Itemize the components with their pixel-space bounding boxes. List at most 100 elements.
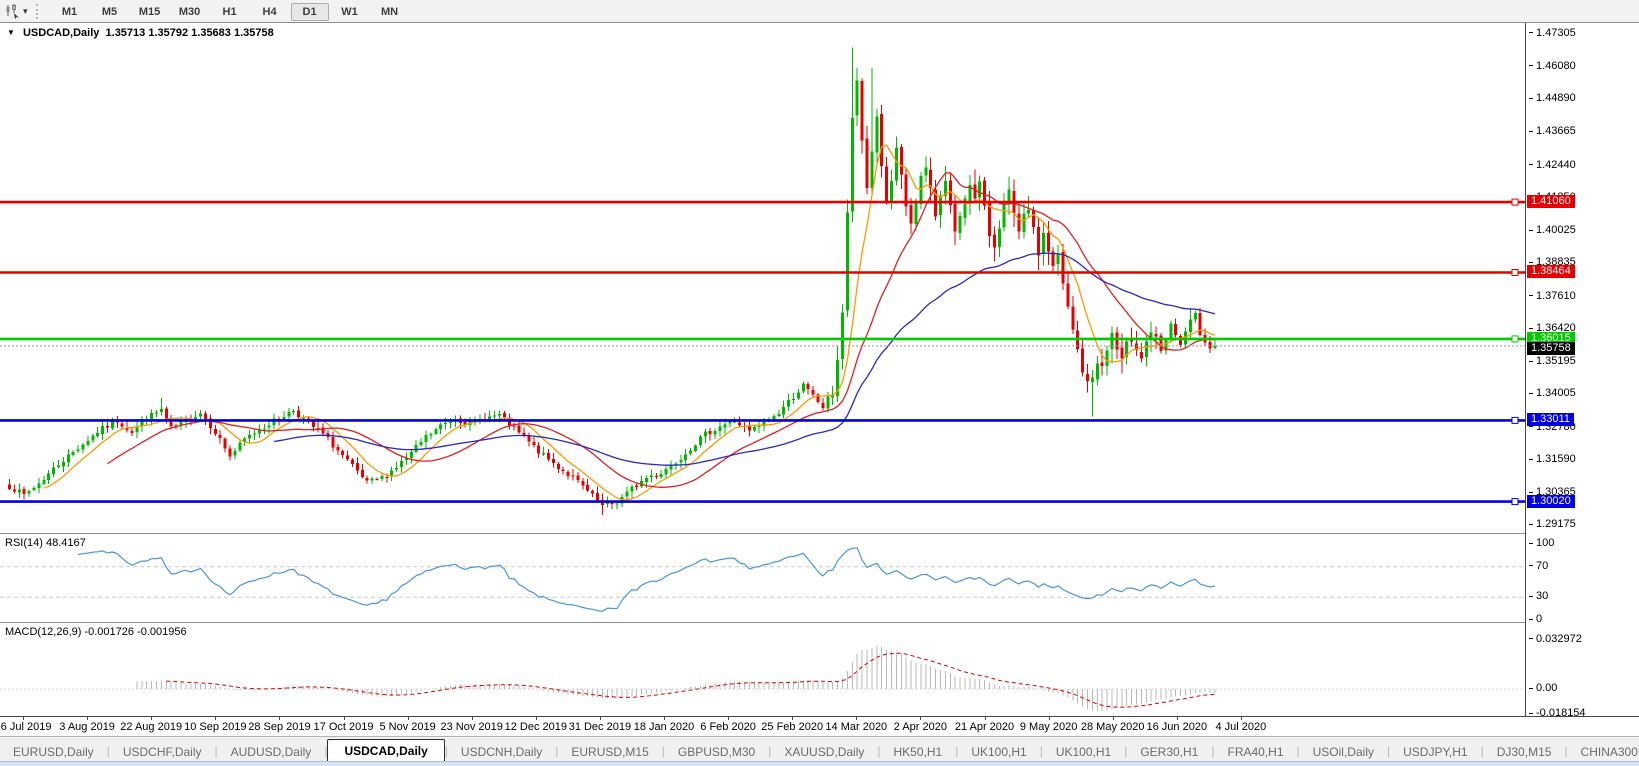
date-label: 23 Nov 2019	[440, 721, 502, 733]
toolbar-grip[interactable]	[36, 4, 41, 19]
timeframe-button-d1[interactable]: D1	[291, 3, 329, 21]
slow-ma-line	[274, 253, 1215, 465]
tab-gbpusd-m30[interactable]: GBPUSD,M30	[665, 741, 768, 762]
tab-dj30-m15[interactable]: DJ30,M15	[1484, 741, 1565, 762]
tab-china300-h4[interactable]: CHINA300,H4	[1568, 741, 1639, 762]
date-label: 2 Apr 2020	[894, 721, 947, 733]
candles-layer	[8, 47, 1216, 515]
timeframe-button-h1[interactable]: H1	[211, 3, 249, 21]
line-handle	[1512, 499, 1518, 505]
timeframe-button-m30[interactable]: M30	[171, 3, 209, 21]
price-axis-label: 1.46080	[1529, 60, 1576, 73]
time-axis-tick	[1241, 717, 1242, 720]
tab-ger30-h1[interactable]: GER30,H1	[1127, 741, 1211, 762]
mt4-terminal-window: ▾ M1M5M15M30H1H4D1W1MN ▼ USDCAD,Daily 1.…	[0, 0, 1639, 766]
tab-usoil-daily[interactable]: USOil,Daily	[1300, 741, 1387, 762]
timeframe-button-w1[interactable]: W1	[331, 3, 369, 21]
timeframe-button-h4[interactable]: H4	[251, 3, 289, 21]
price-level-badge: 1.30020	[1527, 495, 1575, 508]
tab-audusd-daily[interactable]: AUDUSD,Daily	[218, 741, 325, 762]
rsi-axis-label: 0	[1529, 613, 1542, 626]
rsi-panel[interactable]: RSI(14) 48.4167	[0, 533, 1525, 622]
chart-dropdown-toggle-icon[interactable]: ▼	[7, 28, 15, 37]
tab-usdchf-daily[interactable]: USDCHF,Daily	[110, 741, 215, 762]
line-handle	[1512, 270, 1518, 276]
date-label: 28 May 2020	[1081, 721, 1145, 733]
time-axis-tick	[344, 717, 345, 720]
date-label: 21 Apr 2020	[955, 721, 1014, 733]
fast-ma-line	[44, 145, 1215, 499]
time-axis-tick	[728, 717, 729, 720]
date-label: 22 Aug 2019	[120, 721, 182, 733]
date-label: 9 May 2020	[1020, 721, 1077, 733]
time-axis-tick	[600, 717, 601, 720]
tab-eurusd-daily[interactable]: EURUSD,Daily	[0, 741, 107, 762]
tab-usdcnh-daily[interactable]: USDCNH,Daily	[448, 741, 555, 762]
time-axis: 16 Jul 20193 Aug 201922 Aug 201910 Sep 2…	[0, 716, 1639, 737]
date-label: 10 Sep 2019	[184, 721, 246, 733]
date-label: 31 Dec 2019	[569, 721, 631, 733]
time-axis-tick	[215, 717, 216, 720]
time-axis-tick	[408, 717, 409, 720]
tab-uk100-h1[interactable]: UK100,H1	[958, 741, 1039, 762]
timeframe-toolbar: ▾ M1M5M15M30H1H4D1W1MN	[0, 0, 1639, 23]
price-axis-label: 1.34005	[1529, 387, 1576, 400]
time-axis-tick	[279, 717, 280, 720]
timeframe-button-m1[interactable]: M1	[51, 3, 89, 21]
rsi-line	[78, 548, 1215, 612]
date-label: 16 Jul 2019	[0, 721, 51, 733]
chart-tabs-bar: EURUSD,Daily|USDCHF,Daily|AUDUSD,Daily|U…	[0, 736, 1639, 762]
tab-hk50-h1[interactable]: HK50,H1	[881, 741, 956, 762]
tab-usdjpy-h1[interactable]: USDJPY,H1	[1390, 741, 1480, 762]
price-axis-label: 1.37610	[1529, 290, 1576, 303]
price-level-badge: 1.33011	[1527, 413, 1574, 426]
time-axis-tick	[920, 717, 921, 720]
price-axis: 1.473051.460801.448901.436651.424401.412…	[1525, 23, 1639, 716]
time-axis-tick	[1049, 717, 1050, 720]
status-strip	[0, 761, 1639, 766]
line-handle	[1512, 336, 1518, 342]
tab-eurusd-m15[interactable]: EURUSD,M15	[558, 741, 661, 762]
price-axis-label: 1.35195	[1529, 355, 1576, 368]
macd-signal-line	[166, 653, 1215, 707]
date-label: 4 Jul 2020	[1216, 721, 1267, 733]
candlestick-chart-icon[interactable]	[3, 2, 23, 20]
line-handle	[1512, 199, 1518, 205]
time-axis-tick	[1177, 717, 1178, 720]
macd-panel[interactable]: MACD(12,26,9) -0.001726 -0.001956	[0, 622, 1525, 716]
current-price-badge: 1.35758	[1527, 342, 1575, 355]
macd-axis-label: 0.032972	[1529, 633, 1582, 646]
macd-histogram	[137, 646, 1215, 711]
date-label: 14 Mar 2020	[825, 721, 887, 733]
tab-fra40-h1[interactable]: FRA40,H1	[1214, 741, 1296, 762]
date-label: 18 Jan 2020	[634, 721, 695, 733]
rsi-axis-label: 30	[1529, 590, 1548, 603]
timeframe-button-mn[interactable]: MN	[371, 3, 409, 21]
time-axis-tick	[536, 717, 537, 720]
price-level-badge: 1.41060	[1527, 195, 1575, 208]
chart-title: ▼ USDCAD,Daily 1.35713 1.35792 1.35683 1…	[7, 27, 274, 39]
price-axis-label: 1.43665	[1529, 125, 1576, 138]
tab-usdcad-daily[interactable]: USDCAD,Daily	[327, 739, 444, 762]
symbol-timeframe-label: USDCAD,Daily	[23, 27, 99, 39]
chevron-down-icon[interactable]: ▾	[23, 2, 28, 20]
rsi-label: RSI(14) 48.4167	[5, 537, 86, 549]
date-label: 5 Nov 2019	[379, 721, 435, 733]
price-axis-label: 1.40025	[1529, 224, 1576, 237]
price-axis-label: 1.31590	[1529, 453, 1576, 466]
time-axis-tick	[1113, 717, 1114, 720]
tab-uk100-h1[interactable]: UK100,H1	[1043, 741, 1124, 762]
ohlc-values: 1.35713 1.35792 1.35683 1.35758	[106, 27, 274, 39]
date-label: 12 Dec 2019	[505, 721, 567, 733]
time-axis-tick	[664, 717, 665, 720]
price-axis-label: 1.47305	[1529, 27, 1576, 40]
price-axis-label: 1.29175	[1529, 518, 1576, 531]
price-level-badge: 1.38464	[1527, 265, 1575, 278]
time-axis-tick	[151, 717, 152, 720]
timeframe-button-m15[interactable]: M15	[131, 3, 169, 21]
line-handle	[1512, 417, 1518, 423]
tab-xauusd-daily[interactable]: XAUUSD,Daily	[771, 741, 877, 762]
price-chart-panel[interactable]: ▼ USDCAD,Daily 1.35713 1.35792 1.35683 1…	[0, 23, 1525, 533]
date-label: 25 Feb 2020	[761, 721, 823, 733]
timeframe-button-m5[interactable]: M5	[91, 3, 129, 21]
